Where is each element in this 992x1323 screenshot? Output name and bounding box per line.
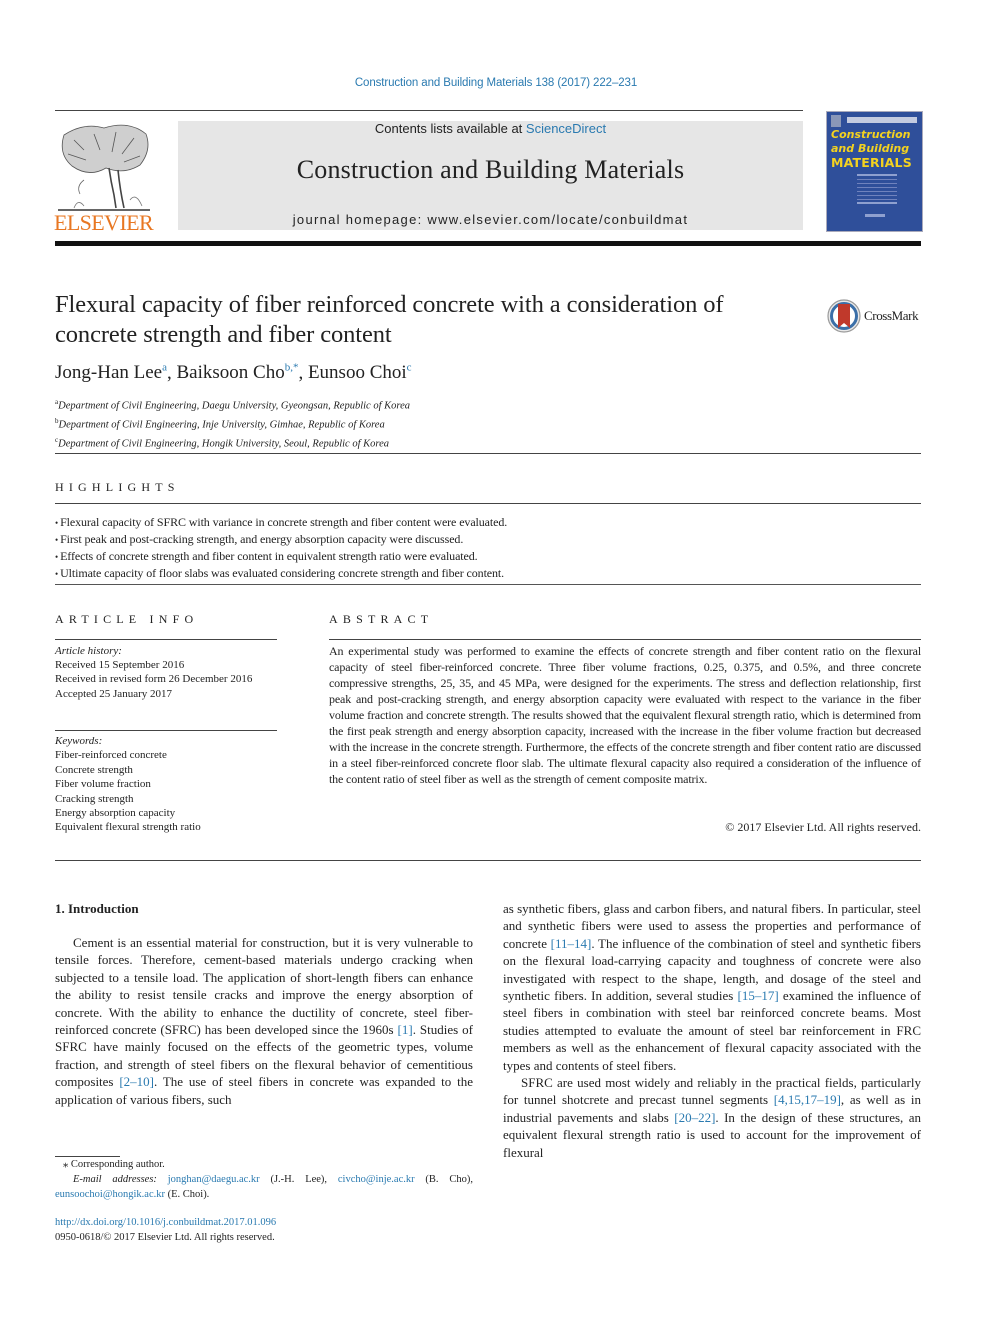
- running-header[interactable]: Construction and Building Materials 138 …: [0, 77, 992, 89]
- divider: [55, 584, 921, 585]
- keyword: Cracking strength: [55, 792, 134, 805]
- cover-emblem-icon: [831, 115, 841, 127]
- divider: [55, 639, 277, 640]
- citation-link[interactable]: [20–22]: [674, 1110, 715, 1125]
- paragraph: SFRC are used most widely and reliably i…: [503, 1074, 921, 1161]
- email-label: E-mail addresses:: [73, 1174, 157, 1185]
- highlight-item: Effects of concrete strength and fiber c…: [55, 548, 507, 565]
- email-link[interactable]: civcho@inje.ac.kr: [338, 1174, 415, 1185]
- divider: [329, 639, 921, 640]
- affiliation: aDepartment of Civil Engineering, Daegu …: [55, 398, 410, 412]
- keyword: Fiber-reinforced concrete: [55, 749, 167, 762]
- paragraph: as synthetic fibers, glass and carbon fi…: [503, 900, 921, 1074]
- highlights-heading: HIGHLIGHTS: [55, 480, 180, 494]
- divider: [55, 110, 803, 111]
- affiliation: cDepartment of Civil Engineering, Hongik…: [55, 436, 389, 450]
- highlights-list: Flexural capacity of SFRC with variance …: [55, 514, 507, 582]
- email-link[interactable]: eunsoochoi@hongik.ac.kr: [55, 1189, 165, 1200]
- footnotes: ⁎ Corresponding author. E-mail addresses…: [55, 1157, 473, 1202]
- publisher-name: ELSEVIER: [54, 210, 154, 235]
- citation-link[interactable]: [11–14]: [551, 936, 592, 951]
- email-owner: (B. Cho),: [414, 1174, 473, 1185]
- issn-copyright: 0950-0618/© 2017 Elsevier Ltd. All right…: [55, 1231, 275, 1243]
- journal-cover-image[interactable]: Construction and Building MATERIALS: [826, 111, 923, 232]
- divider: [55, 503, 921, 504]
- cover-line: and Building: [831, 142, 910, 155]
- history-item: Received 15 September 2016: [55, 659, 185, 672]
- cover-subtitle: [857, 174, 897, 204]
- keyword: Concrete strength: [55, 763, 133, 776]
- cover-line: MATERIALS: [831, 155, 912, 170]
- journal-homepage[interactable]: journal homepage: www.elsevier.com/locat…: [178, 212, 803, 227]
- section-heading: 1. Introduction: [55, 901, 139, 916]
- email-addresses: E-mail addresses: jonghan@daegu.ac.kr (J…: [55, 1172, 473, 1202]
- keyword: Equivalent flexural strength ratio: [55, 821, 201, 834]
- article-title: Flexural capacity of fiber reinforced co…: [55, 291, 724, 348]
- history-item: Accepted 25 January 2017: [55, 687, 172, 700]
- citation-link[interactable]: [1]: [398, 1022, 413, 1037]
- paragraph: Cement is an essential material for cons…: [55, 934, 473, 1108]
- article-info-heading: ARTICLE INFO: [55, 612, 199, 626]
- contents-line: Contents lists available at ScienceDirec…: [178, 121, 803, 136]
- header-divider: [55, 241, 921, 246]
- article-history: Article history: Received 15 September 2…: [55, 644, 252, 701]
- abstract-heading: ABSTRACT: [329, 612, 434, 626]
- contents-prefix: Contents lists available at: [374, 121, 526, 136]
- doi-link[interactable]: http://dx.doi.org/10.1016/j.conbuildmat.…: [55, 1216, 276, 1231]
- keyword: Energy absorption capacity: [55, 807, 176, 820]
- keywords-label: Keywords:: [55, 735, 103, 747]
- author[interactable]: Jong-Han Leea: [55, 362, 167, 383]
- highlight-item: Flexural capacity of SFRC with variance …: [55, 514, 507, 531]
- author-list: Jong-Han Leea, Baiksoon Chob,*, Eunsoo C…: [55, 362, 412, 384]
- cover-line: Construction: [831, 128, 911, 141]
- citation-link[interactable]: [15–17]: [738, 988, 779, 1003]
- cover-strip: [847, 117, 917, 123]
- doi-block: http://dx.doi.org/10.1016/j.conbuildmat.…: [55, 1216, 276, 1245]
- abstract-copyright: © 2017 Elsevier Ltd. All rights reserved…: [725, 820, 921, 834]
- affiliations: aDepartment of Civil Engineering, Daegu …: [55, 395, 410, 452]
- cover-title: Construction and Building MATERIALS: [831, 128, 921, 170]
- sciencedirect-link[interactable]: ScienceDirect: [526, 121, 606, 136]
- email-owner: (E. Choi).: [164, 1189, 210, 1200]
- highlight-item: First peak and post-cracking strength, a…: [55, 531, 507, 548]
- divider: [55, 730, 277, 731]
- body-column-left: Cement is an essential material for cons…: [55, 934, 473, 1108]
- highlight-item: Ultimate capacity of floor slabs was eva…: [55, 565, 507, 582]
- abstract-text: An experimental study was performed to e…: [329, 644, 921, 786]
- keyword: Fiber volume fraction: [55, 778, 151, 791]
- history-label: Article history:: [55, 645, 122, 657]
- affiliation: bDepartment of Civil Engineering, Inje U…: [55, 417, 385, 431]
- citation-link[interactable]: [4,15,17–19]: [774, 1092, 841, 1107]
- author[interactable]: Eunsoo Choic: [308, 362, 412, 383]
- body-column-right: as synthetic fibers, glass and carbon fi…: [503, 900, 921, 1161]
- citation-link[interactable]: [2–10]: [119, 1074, 154, 1089]
- cover-footer: [865, 214, 885, 217]
- email-link[interactable]: jonghan@daegu.ac.kr: [168, 1174, 260, 1185]
- crossmark-label[interactable]: CrossMark: [864, 308, 919, 324]
- keywords: Keywords: Fiber-reinforced concrete Conc…: [55, 734, 201, 835]
- author[interactable]: Baiksoon Chob,*: [177, 362, 299, 383]
- email-owner: (J.-H. Lee),: [259, 1174, 338, 1185]
- divider: [55, 860, 921, 861]
- corresponding-author-note: ⁎ Corresponding author.: [63, 1159, 165, 1170]
- divider: [55, 453, 921, 454]
- journal-title: Construction and Building Materials: [296, 155, 685, 184]
- history-item: Received in revised form 26 December 201…: [55, 673, 253, 686]
